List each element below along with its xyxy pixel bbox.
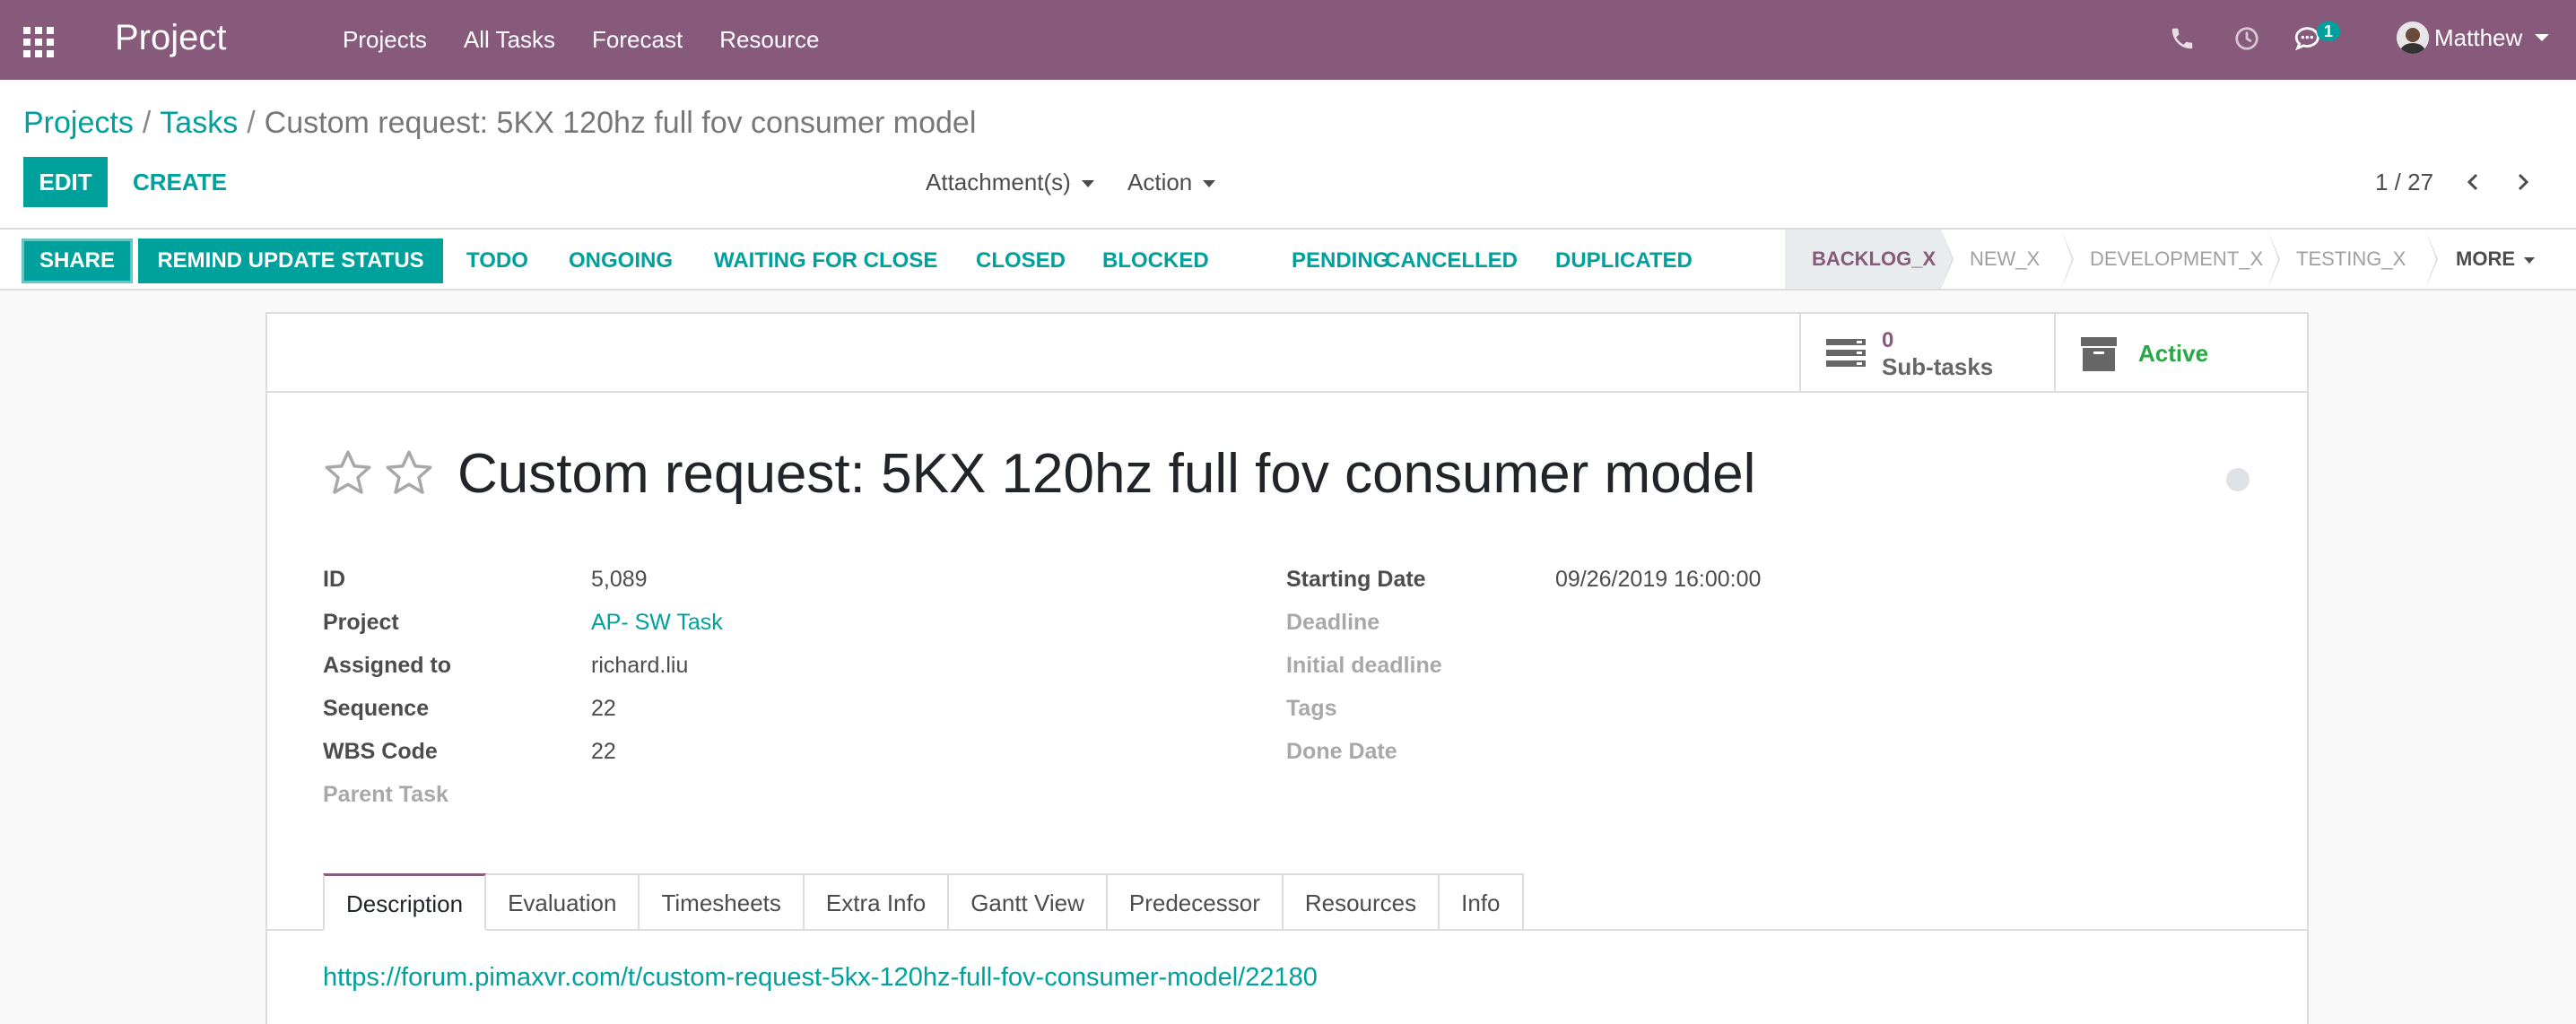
- task-title[interactable]: Custom request: 5KX 120hz full fov consu…: [457, 439, 1755, 509]
- field-label-tags: Tags: [1286, 696, 1337, 721]
- pending-button[interactable]: PENDING: [1292, 239, 1389, 283]
- chevron-right-icon[interactable]: [2511, 171, 2533, 193]
- field-label-sequence: Sequence: [323, 696, 430, 721]
- description-link[interactable]: https://forum.pimaxvr.com/t/custom-reque…: [323, 959, 1318, 995]
- breadcrumb-tasks[interactable]: Tasks: [160, 106, 238, 140]
- tab-gantt-view[interactable]: Gantt View: [949, 873, 1108, 931]
- menu-item-projects[interactable]: Projects: [343, 0, 427, 80]
- field-label-deadline: Deadline: [1286, 610, 1380, 635]
- tab-description[interactable]: Description: [323, 873, 487, 931]
- stage-pipeline: BACKLOG_X NEW_X DEVELOPMENT_X TESTING_X …: [1785, 230, 2576, 289]
- subtasks-count: 0: [1882, 328, 1894, 352]
- field-label-assigned-to: Assigned to: [323, 653, 452, 678]
- field-value-id: 5,089: [591, 567, 648, 592]
- field-label-done-date: Done Date: [1286, 739, 1397, 764]
- control-panel: Projects / Tasks / Custom request: 5KX 120hz…: [0, 80, 2576, 228]
- ongoing-button[interactable]: ONGOING: [569, 239, 673, 283]
- tab-extra-info[interactable]: Extra Info: [804, 873, 950, 931]
- tab-evaluation[interactable]: Evaluation: [486, 873, 640, 931]
- attachments-dropdown[interactable]: Attachment(s): [926, 157, 1094, 207]
- caret-down-icon: [1203, 180, 1216, 188]
- caret-down-icon: [1081, 180, 1094, 188]
- breadcrumb-projects[interactable]: Projects: [23, 106, 134, 140]
- field-value-project[interactable]: AP- SW Task: [591, 608, 723, 637]
- action-label: Action: [1127, 169, 1193, 195]
- chevron-left-icon[interactable]: [2463, 171, 2485, 193]
- tasks-list-icon: [1826, 339, 1866, 367]
- stage-development-x[interactable]: DEVELOPMENT_X: [2061, 230, 2280, 289]
- priority-star-icon[interactable]: [321, 447, 375, 500]
- cancelled-button[interactable]: CANCELLED: [1385, 239, 1518, 283]
- breadcrumb-separator: /: [247, 106, 256, 140]
- stage-backlog-x[interactable]: BACKLOG_X: [1785, 230, 1954, 289]
- remind-update-status-button[interactable]: REMIND UPDATE STATUS: [138, 239, 443, 283]
- field-value-assigned-to: richard.liu: [591, 653, 689, 678]
- tab-resources[interactable]: Resources: [1283, 873, 1440, 931]
- archive-icon: [2081, 337, 2117, 371]
- field-value-wbs-code: 22: [591, 739, 616, 764]
- caret-down-icon: [2524, 256, 2535, 264]
- waiting-for-close-button[interactable]: WAITING FOR CLOSE: [714, 239, 937, 283]
- field-label-project: Project: [323, 610, 399, 635]
- top-navbar: Project Projects All Tasks Forecast Reso…: [0, 0, 2576, 80]
- kanban-state-indicator[interactable]: [2226, 468, 2250, 491]
- field-label-initial-deadline: Initial deadline: [1286, 653, 1442, 678]
- field-label-starting-date: Starting Date: [1286, 567, 1426, 592]
- user-menu-name[interactable]: Matthew: [2434, 0, 2522, 75]
- breadcrumb-current: Custom request: 5KX 120hz full fov consu…: [264, 106, 977, 140]
- menu-item-all-tasks[interactable]: All Tasks: [464, 0, 555, 80]
- tab-info[interactable]: Info: [1440, 873, 1524, 931]
- priority-star-icon[interactable]: [382, 447, 436, 500]
- active-label: Active: [2138, 340, 2209, 367]
- blocked-button[interactable]: BLOCKED: [1102, 239, 1209, 283]
- chat-badge: 1: [2317, 22, 2341, 41]
- create-button[interactable]: CREATE: [122, 157, 238, 207]
- tab-predecessor[interactable]: Predecessor: [1107, 873, 1284, 931]
- clock-icon[interactable]: [2233, 23, 2260, 54]
- stage-testing-x[interactable]: TESTING_X: [2267, 230, 2438, 289]
- todo-button[interactable]: TODO: [466, 239, 528, 283]
- field-value-sequence: 22: [591, 696, 616, 721]
- avatar[interactable]: [2397, 22, 2429, 54]
- breadcrumb-separator: /: [142, 106, 152, 140]
- field-label-parent-task: Parent Task: [323, 782, 448, 807]
- smart-button-box: 0 Sub-tasks Active: [267, 314, 2307, 393]
- subtasks-button[interactable]: 0 Sub-tasks: [1799, 314, 2054, 391]
- menu-item-resource[interactable]: Resource: [719, 0, 819, 80]
- field-label-id: ID: [323, 567, 345, 592]
- action-dropdown[interactable]: Action: [1127, 157, 1216, 207]
- apps-menu-icon[interactable]: [23, 27, 56, 57]
- tab-timesheets[interactable]: Timesheets: [640, 873, 805, 931]
- phone-icon[interactable]: [2169, 23, 2196, 54]
- breadcrumb: Projects / Tasks / Custom request: 5KX 120hz…: [23, 101, 976, 144]
- share-button[interactable]: SHARE: [22, 239, 133, 283]
- stage-more-dropdown[interactable]: MORE: [2425, 230, 2576, 289]
- pager-value[interactable]: 1 / 27: [2375, 157, 2433, 207]
- closed-button[interactable]: CLOSED: [976, 239, 1066, 283]
- menu-item-forecast[interactable]: Forecast: [592, 0, 683, 80]
- app-brand[interactable]: Project: [115, 14, 227, 61]
- edit-button[interactable]: EDIT: [23, 157, 108, 207]
- active-toggle-button[interactable]: Active: [2054, 314, 2307, 391]
- duplicated-button[interactable]: DUPLICATED: [1555, 239, 1693, 283]
- more-label: MORE: [2456, 247, 2515, 270]
- field-value-starting-date: 09/26/2019 16:00:00: [1555, 567, 1762, 592]
- main-menu: Projects All Tasks Forecast Resource: [343, 0, 856, 80]
- attachments-label: Attachment(s): [926, 169, 1071, 195]
- subtasks-label: Sub-tasks: [1882, 353, 1994, 380]
- field-label-wbs-code: WBS Code: [323, 739, 438, 764]
- status-bar: SHARE REMIND UPDATE STATUS TODO ONGOING …: [0, 228, 2576, 291]
- notebook-tabs: Description Evaluation Timesheets Extra …: [323, 873, 1524, 931]
- stage-new-x[interactable]: NEW_X: [1941, 230, 2074, 289]
- chevron-down-icon[interactable]: [2535, 34, 2549, 41]
